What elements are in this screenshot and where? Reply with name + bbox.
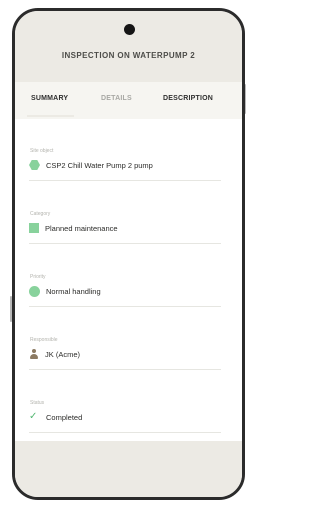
phone-frame: INSPECTION ON WATERPUMP 2 SUMMARY DETAIL… <box>12 8 245 500</box>
active-tab-indicator <box>27 115 74 117</box>
page-title: INSPECTION ON WATERPUMP 2 <box>61 51 196 60</box>
field-divider <box>29 180 221 181</box>
field-site-object[interactable]: Site object CSP2 Chill Water Pump 2 pump <box>29 148 221 181</box>
camera-icon <box>123 24 135 35</box>
field-value: Planned maintenance <box>45 223 118 233</box>
field-responsible[interactable]: Responsible JK (Acme) <box>29 337 221 370</box>
field-value: Normal handling <box>46 286 101 296</box>
field-value: CSP2 Chill Water Pump 2 pump <box>46 160 153 170</box>
tab-summary[interactable]: SUMMARY <box>31 95 68 102</box>
field-divider <box>29 306 221 307</box>
field-value: JK (Acme) <box>45 349 81 359</box>
field-label: Site object <box>30 148 54 154</box>
field-label: Status <box>30 400 45 406</box>
field-value: Completed <box>46 412 83 422</box>
bottom-bar <box>15 441 242 497</box>
hexagon-icon <box>29 159 40 171</box>
field-category[interactable]: Category Planned maintenance <box>29 211 221 244</box>
tab-bar: SUMMARY DETAILS DESCRIPTION <box>15 82 242 119</box>
field-divider <box>29 243 221 244</box>
person-icon <box>29 348 39 360</box>
field-status[interactable]: Status ✓ Completed <box>29 400 221 433</box>
field-label: Responsible <box>30 337 58 343</box>
field-divider <box>29 369 221 370</box>
tab-details[interactable]: DETAILS <box>101 95 132 102</box>
square-icon <box>29 223 39 233</box>
tab-description[interactable]: DESCRIPTION <box>163 95 213 102</box>
field-label: Priority <box>30 274 46 280</box>
field-label: Category <box>30 211 51 217</box>
field-priority[interactable]: Priority Normal handling <box>29 274 221 307</box>
app-header: INSPECTION ON WATERPUMP 2 <box>15 11 242 82</box>
checkmark-icon: ✓ <box>29 411 38 422</box>
field-divider <box>29 432 221 433</box>
circle-icon <box>29 285 40 297</box>
